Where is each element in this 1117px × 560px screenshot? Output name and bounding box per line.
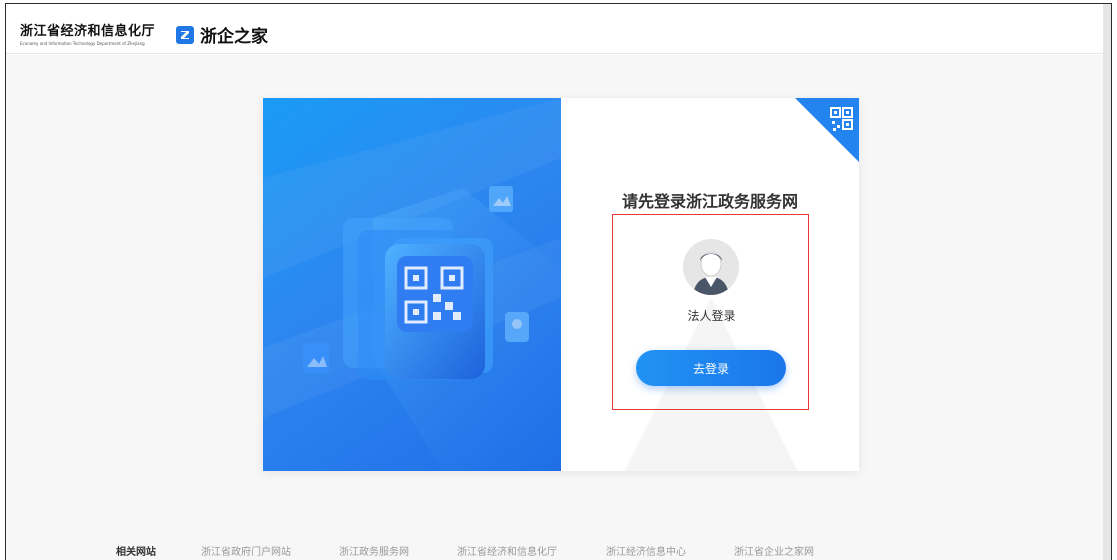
site-header: 浙江省经济和信息化厅 Economy and Information Techn…: [6, 4, 1105, 54]
footer-link-economy-dept[interactable]: 浙江省经济和信息化厅: [457, 543, 557, 558]
brand-logo[interactable]: 浙企之家: [176, 22, 268, 47]
browser-page: 浙江省经济和信息化厅 Economy and Information Techn…: [5, 3, 1112, 560]
brand-name: 浙企之家: [200, 27, 268, 47]
footer-link-enterprise-home[interactable]: 浙江省企业之家网: [734, 543, 814, 558]
qr-illustration: [263, 98, 561, 471]
footer-link-econ-info-center[interactable]: 浙江经济信息中心: [606, 543, 686, 558]
go-login-button[interactable]: 去登录: [636, 350, 786, 386]
illustration-panel: [263, 98, 561, 471]
org-logo[interactable]: 浙江省经济和信息化厅 Economy and Information Techn…: [20, 20, 155, 46]
login-panel: 请先登录浙江政务服务网 法人登录 去登录: [561, 98, 859, 471]
org-name: 浙江省经济和信息化厅: [20, 24, 156, 39]
role-label: 法人登录: [687, 309, 736, 323]
brand-icon: [176, 25, 194, 44]
login-title: 请先登录浙江政务服务网: [621, 192, 798, 211]
footer-title: 相关网站: [116, 547, 156, 558]
user-avatar-icon: [683, 239, 739, 295]
qr-code-icon[interactable]: [795, 98, 859, 162]
footer-link-gov-portal[interactable]: 浙江省政府门户网站: [201, 543, 291, 558]
org-name-en: Economy and Information Technology Depar…: [20, 41, 145, 46]
related-sites-footer: 相关网站 浙江省政府门户网站 浙江政务服务网 浙江省经济和信息化厅 浙江经济信息…: [6, 540, 1105, 560]
legal-person-login-box: 法人登录 去登录: [612, 214, 809, 410]
scrollbar[interactable]: [1103, 4, 1111, 560]
login-card: 请先登录浙江政务服务网 法人登录 去登录: [263, 98, 859, 471]
footer-link-gov-service[interactable]: 浙江政务服务网: [339, 543, 409, 558]
main-content: 请先登录浙江政务服务网 法人登录 去登录 相关网站 浙江省政府门户网站 浙江政务…: [6, 55, 1105, 560]
